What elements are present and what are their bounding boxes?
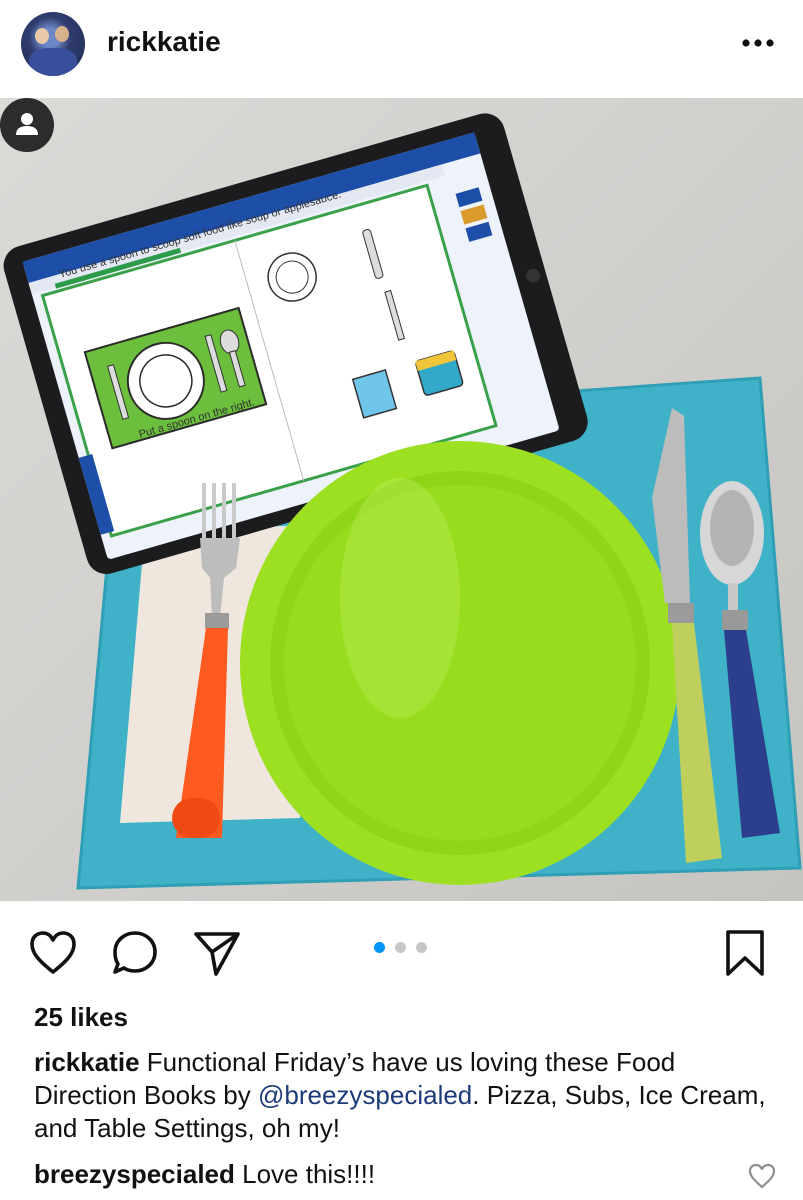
- paper-plane-icon[interactable]: [192, 928, 242, 978]
- comment-username[interactable]: breezyspecialed: [34, 1159, 235, 1189]
- post-caption: rickkatie Functional Friday’s have us lo…: [34, 1046, 774, 1145]
- avatar-figure: [29, 48, 77, 76]
- comment-text: Love this!!!!: [234, 1159, 376, 1189]
- avatar[interactable]: [21, 12, 85, 76]
- carousel-dot: [395, 942, 406, 953]
- heart-icon[interactable]: [28, 928, 78, 978]
- comment-bubble-icon[interactable]: [110, 928, 160, 978]
- more-horizontal-icon[interactable]: [741, 28, 775, 58]
- person-tag-icon[interactable]: [0, 98, 54, 152]
- heart-small-icon[interactable]: [748, 1162, 776, 1190]
- avatar-face: [35, 28, 49, 44]
- comment-row: breezyspecialed Love this!!!!: [34, 1158, 734, 1191]
- photo-illustration: You use a spoon to scoop soft food like …: [3, 113, 802, 890]
- carousel-dot: [416, 942, 427, 953]
- post-username[interactable]: rickkatie: [107, 26, 221, 58]
- likes-count[interactable]: 25 likes: [34, 1002, 128, 1033]
- caption-mention[interactable]: @breezyspecialed: [258, 1080, 472, 1110]
- bookmark-icon[interactable]: [720, 928, 770, 978]
- post-header: rickkatie: [0, 0, 803, 98]
- carousel-dot-active: [374, 942, 385, 953]
- caption-username[interactable]: rickkatie: [34, 1047, 140, 1077]
- carousel-dots: [372, 942, 432, 954]
- avatar-face: [55, 26, 69, 42]
- post-photo[interactable]: You use a spoon to scoop soft food like …: [0, 98, 803, 901]
